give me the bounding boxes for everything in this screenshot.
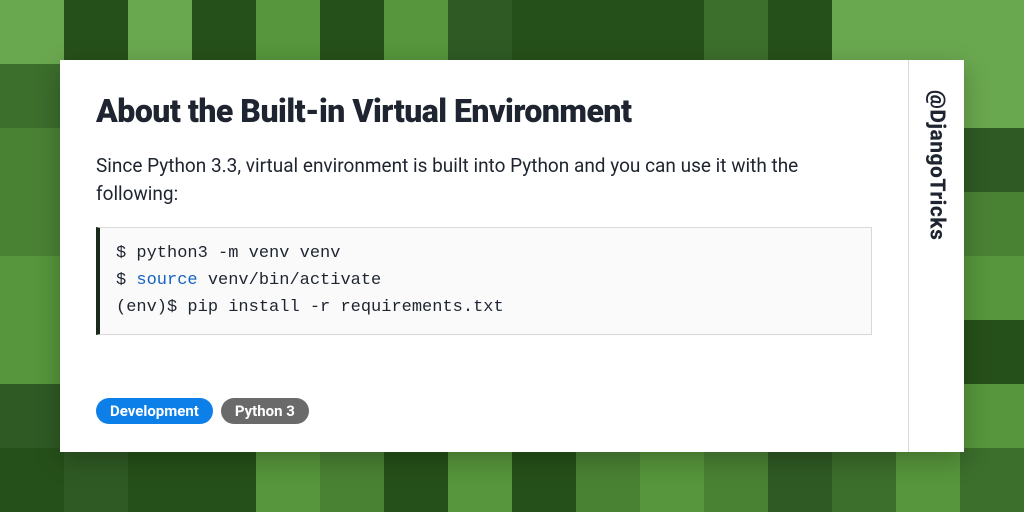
- tag-row: Development Python 3: [96, 398, 872, 424]
- tag-development[interactable]: Development: [96, 398, 213, 424]
- card-sidebar: @DjangoTricks: [908, 60, 964, 452]
- code-line-1: $ python3 -m venv venv: [116, 244, 340, 263]
- card-title: About the Built-in Virtual Environment: [96, 92, 872, 130]
- content-card: About the Built-in Virtual Environment S…: [60, 60, 964, 452]
- author-handle[interactable]: @DjangoTricks: [925, 90, 949, 240]
- tag-python3[interactable]: Python 3: [221, 398, 309, 424]
- card-main: About the Built-in Virtual Environment S…: [60, 60, 908, 452]
- code-block: $ python3 -m venv venv $ source venv/bin…: [96, 227, 872, 335]
- card-description: Since Python 3.3, virtual environment is…: [96, 152, 872, 207]
- code-line-3: (env)$ pip install -r requirements.txt: [116, 298, 504, 317]
- code-line-2: $ source venv/bin/activate: [116, 271, 381, 290]
